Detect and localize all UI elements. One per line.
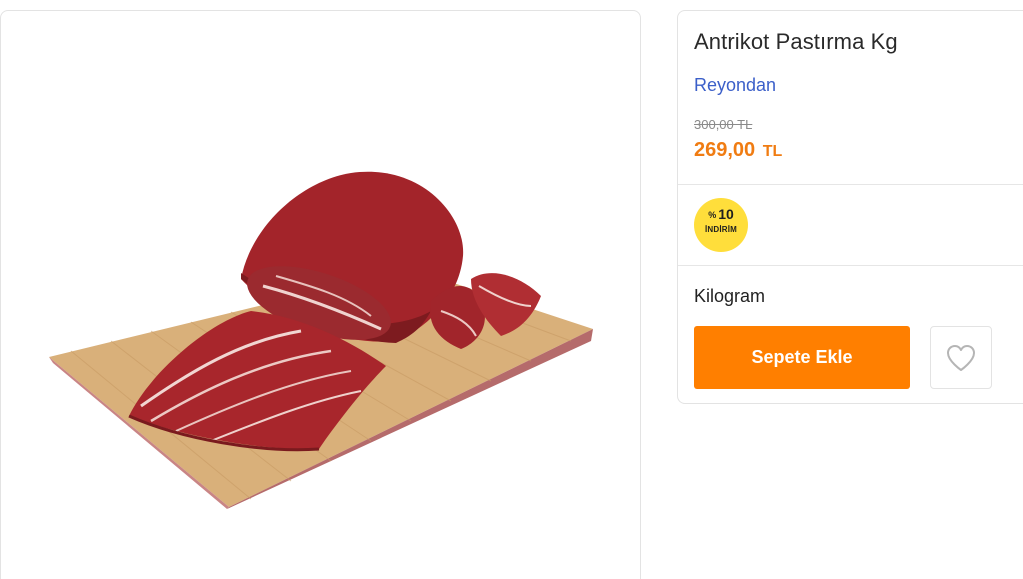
add-to-cart-button[interactable]: Sepete Ekle	[694, 326, 910, 389]
discount-value-row: % 10	[694, 206, 748, 222]
divider	[678, 184, 1023, 185]
favorite-button[interactable]	[930, 326, 992, 389]
price-amount: 269,00	[694, 139, 756, 161]
current-price: 269,00 TL	[694, 139, 782, 162]
product-image	[49, 171, 593, 509]
old-price: 300,00 TL	[694, 117, 753, 132]
discount-label: İNDİRİM	[704, 225, 738, 234]
discount-percent-symbol: %	[708, 210, 717, 221]
product-image-card	[0, 10, 641, 579]
heart-icon	[947, 344, 975, 371]
store-link[interactable]: Reyondan	[694, 75, 776, 96]
product-info-card: Antrikot Pastırma Kg Reyondan 300,00 TL …	[677, 10, 1023, 404]
unit-label: Kilogram	[694, 286, 766, 306]
divider	[678, 265, 1023, 266]
price-currency: TL	[762, 143, 783, 160]
product-title: Antrikot Pastırma Kg	[694, 29, 898, 54]
discount-value: 10	[718, 206, 734, 222]
discount-badge: % 10 İNDİRİM	[694, 198, 748, 252]
